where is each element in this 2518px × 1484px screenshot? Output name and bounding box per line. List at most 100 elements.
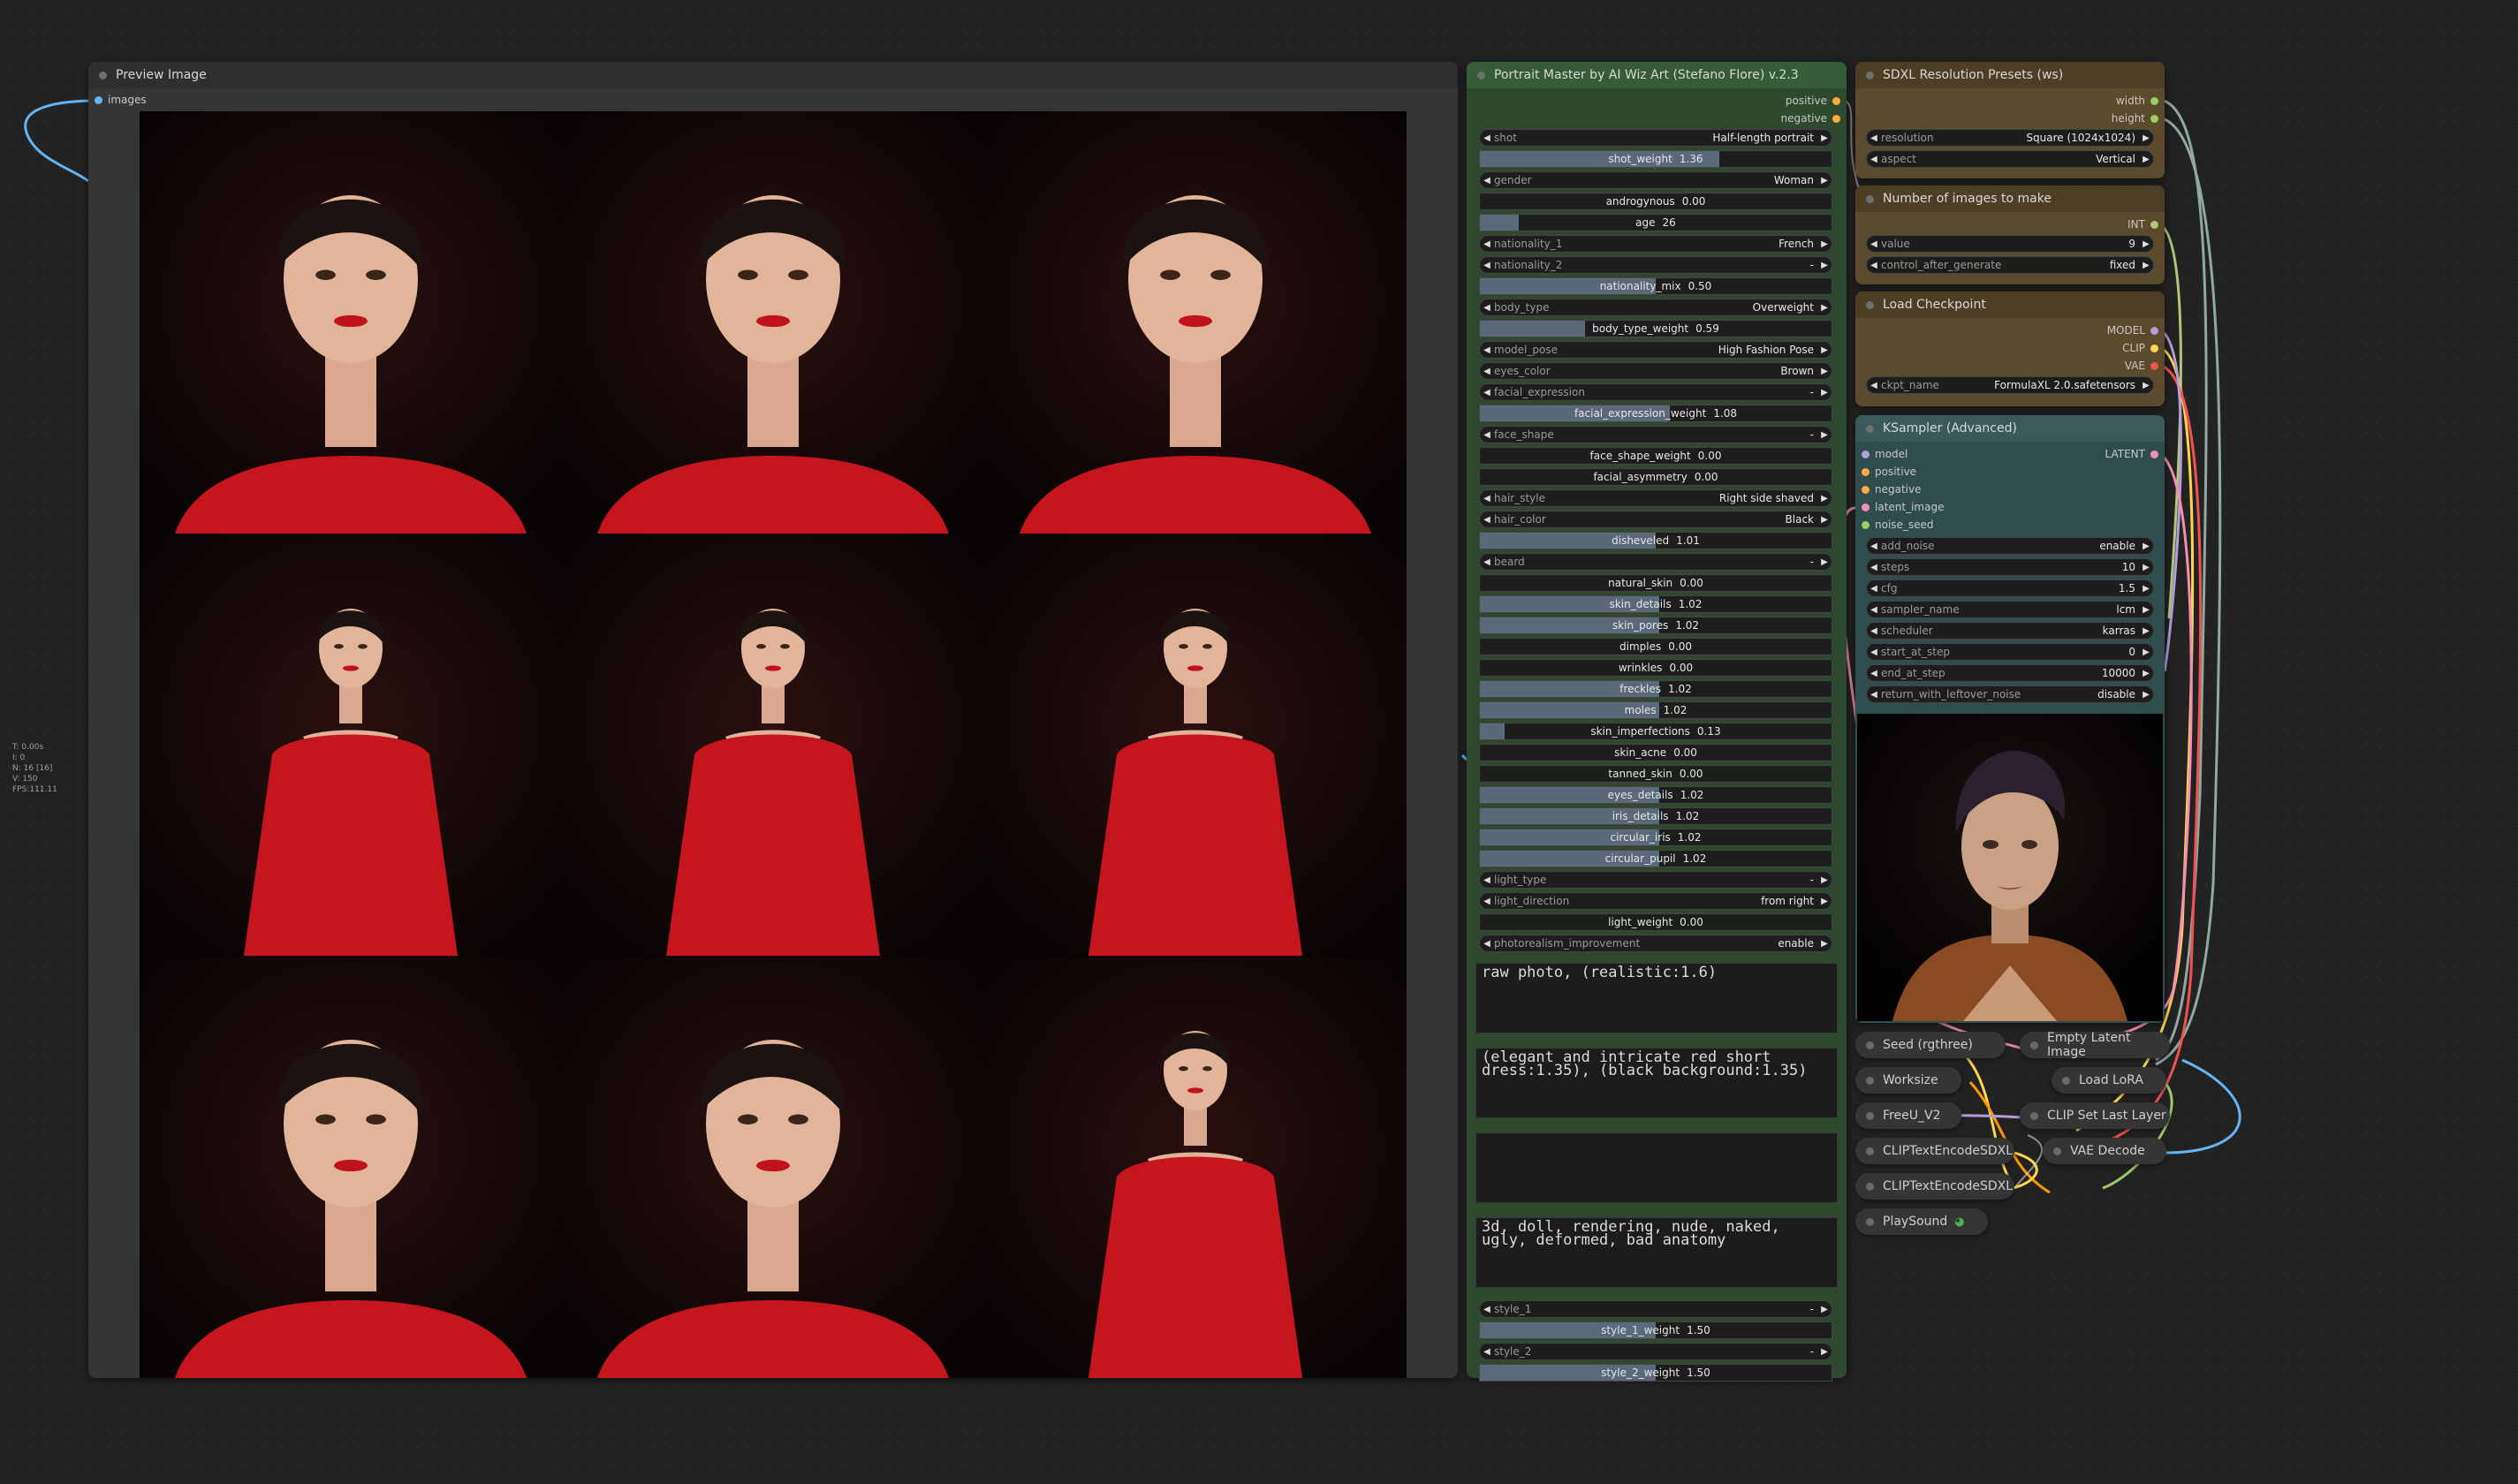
image-grid[interactable] xyxy=(140,111,1407,1378)
arrow-left-icon[interactable]: ◀ xyxy=(1867,239,1881,249)
arrow-left-icon[interactable]: ◀ xyxy=(1480,303,1494,313)
node-title[interactable]: Preview Image xyxy=(88,62,1458,88)
collapse-dot-icon[interactable] xyxy=(99,71,107,80)
node-clip-text-encode-sdxl-2[interactable]: CLIPTextEncodeSDXL xyxy=(1855,1173,2014,1200)
node-portrait-master[interactable]: Portrait Master by AI Wiz Art (Stefano F… xyxy=(1467,62,1847,1382)
preview-image-9[interactable] xyxy=(984,956,1407,1378)
node-sdxl-resolution[interactable]: SDXL Resolution Presets (ws) width heigh… xyxy=(1855,62,2165,178)
output-socket-height[interactable] xyxy=(2150,115,2158,123)
slider-iris-details[interactable]: iris_details 1.02 xyxy=(1479,807,1832,825)
output-socket-int[interactable] xyxy=(2150,221,2158,229)
collapse-dot-icon[interactable] xyxy=(1866,1217,1874,1226)
arrow-left-icon[interactable]: ◀ xyxy=(1867,647,1881,657)
arrow-right-icon[interactable]: ▶ xyxy=(2139,133,2153,143)
slider-facial-asymmetry[interactable]: facial_asymmetry 0.00 xyxy=(1479,468,1832,486)
slider-skin-imperfections[interactable]: skin_imperfections 0.13 xyxy=(1479,723,1832,740)
combo-style-2[interactable]: ◀ style_2 - ▶ xyxy=(1479,1343,1832,1360)
slider-nationality-mix[interactable]: nationality_mix 0.50 xyxy=(1479,277,1832,295)
arrow-right-icon[interactable]: ▶ xyxy=(2139,261,2153,270)
slider-natural-skin[interactable]: natural_skin 0.00 xyxy=(1479,574,1832,592)
combo-style-1[interactable]: ◀ style_1 - ▶ xyxy=(1479,1300,1832,1318)
slider-face-shape-weight[interactable]: face_shape_weight 0.00 xyxy=(1479,447,1832,465)
node-empty-latent-image[interactable]: Empty Latent Image xyxy=(2020,1031,2170,1059)
arrow-left-icon[interactable]: ◀ xyxy=(1867,155,1881,164)
node-vae-decode[interactable]: VAE Decode xyxy=(2043,1138,2166,1164)
arrow-left-icon[interactable]: ◀ xyxy=(1867,669,1881,678)
arrow-right-icon[interactable]: ▶ xyxy=(1817,875,1832,885)
slider-light-weight[interactable]: light_weight 0.00 xyxy=(1479,913,1832,931)
slider-tanned-skin[interactable]: tanned_skin 0.00 xyxy=(1479,765,1832,783)
arrow-left-icon[interactable]: ◀ xyxy=(1480,239,1494,249)
preview-image-1[interactable] xyxy=(140,111,562,534)
slider-skin-pores[interactable]: skin_pores 1.02 xyxy=(1479,617,1832,634)
prompt-positive-textarea[interactable]: raw photo, (realistic:1.6) xyxy=(1475,963,1838,1034)
collapse-dot-icon[interactable] xyxy=(1866,1182,1874,1191)
arrow-left-icon[interactable]: ◀ xyxy=(1480,430,1494,440)
arrow-left-icon[interactable]: ◀ xyxy=(1480,133,1494,143)
node-freeu-v2[interactable]: FreeU_V2 xyxy=(1855,1102,1961,1129)
arrow-left-icon[interactable]: ◀ xyxy=(1480,345,1494,355)
arrow-left-icon[interactable]: ◀ xyxy=(1867,381,1881,390)
slider-facial-expression-weight[interactable]: facial_expression_weight 1.08 xyxy=(1479,405,1832,422)
slider-style-1-weight[interactable]: style_1_weight 1.50 xyxy=(1479,1321,1832,1339)
arrow-right-icon[interactable]: ▶ xyxy=(1817,388,1832,398)
arrow-right-icon[interactable]: ▶ xyxy=(2139,647,2153,657)
arrow-right-icon[interactable]: ▶ xyxy=(2139,563,2153,572)
node-worksize[interactable]: Worksize xyxy=(1855,1067,1961,1094)
arrow-left-icon[interactable]: ◀ xyxy=(1480,515,1494,525)
preview-image-7[interactable] xyxy=(140,956,562,1378)
slider-wrinkles[interactable]: wrinkles 0.00 xyxy=(1479,659,1832,677)
preview-image-2[interactable] xyxy=(562,111,984,534)
preview-image-6[interactable] xyxy=(984,534,1407,956)
input-socket-model[interactable] xyxy=(1862,450,1870,458)
input-socket-images[interactable] xyxy=(95,96,102,104)
combo-aspect[interactable]: ◀ aspect Vertical ▶ xyxy=(1866,150,2154,168)
arrow-left-icon[interactable]: ◀ xyxy=(1867,563,1881,572)
node-title[interactable]: Number of images to make xyxy=(1855,186,2165,212)
arrow-right-icon[interactable]: ▶ xyxy=(1817,897,1832,906)
arrow-left-icon[interactable]: ◀ xyxy=(1480,494,1494,504)
combo-shot[interactable]: ◀ shot Half-length portrait ▶ xyxy=(1479,129,1832,147)
slider-skin-acne[interactable]: skin_acne 0.00 xyxy=(1479,744,1832,761)
combo-light-type[interactable]: ◀ light_type - ▶ xyxy=(1479,871,1832,889)
node-clip-text-encode-sdxl-1[interactable]: CLIPTextEncodeSDXL xyxy=(1855,1138,2014,1164)
input-socket-latent-image[interactable] xyxy=(1862,504,1870,511)
collapse-dot-icon[interactable] xyxy=(2030,1111,2038,1120)
arrow-right-icon[interactable]: ▶ xyxy=(1817,1305,1832,1314)
slider-age[interactable]: age 26 xyxy=(1479,214,1832,231)
arrow-left-icon[interactable]: ◀ xyxy=(1480,897,1494,906)
input-socket-noise-seed[interactable] xyxy=(1862,521,1870,529)
slider-androgynous[interactable]: androgynous 0.00 xyxy=(1479,193,1832,210)
combo-start-at-step[interactable]: ◀ start_at_step 0 ▶ xyxy=(1866,643,2154,661)
arrow-right-icon[interactable]: ▶ xyxy=(2139,541,2153,551)
arrow-right-icon[interactable]: ▶ xyxy=(1817,557,1832,567)
collapse-dot-icon[interactable] xyxy=(1866,1041,1874,1049)
node-ksampler-advanced[interactable]: KSampler (Advanced) LATENT model positive… xyxy=(1855,415,2165,1023)
combo-hair-style[interactable]: ◀ hair_style Right side shaved ▶ xyxy=(1479,489,1832,507)
preview-image-4[interactable] xyxy=(140,534,562,956)
arrow-right-icon[interactable]: ▶ xyxy=(2139,690,2153,700)
node-title[interactable]: Portrait Master by AI Wiz Art (Stefano F… xyxy=(1467,62,1847,88)
prompt-style-textarea[interactable]: (elegant and intricate red short dress:1… xyxy=(1475,1048,1838,1118)
output-socket-model[interactable] xyxy=(2150,327,2158,335)
output-socket-clip[interactable] xyxy=(2150,344,2158,352)
arrow-right-icon[interactable]: ▶ xyxy=(2139,669,2153,678)
arrow-left-icon[interactable]: ◀ xyxy=(1867,626,1881,636)
node-number-of-images[interactable]: Number of images to make INT ◀ value 9 ▶ ◀ co… xyxy=(1855,186,2165,284)
slider-disheveled[interactable]: disheveled 1.01 xyxy=(1479,532,1832,549)
preview-image-3[interactable] xyxy=(984,111,1407,534)
arrow-right-icon[interactable]: ▶ xyxy=(2139,381,2153,390)
arrow-left-icon[interactable]: ◀ xyxy=(1480,875,1494,885)
arrow-left-icon[interactable]: ◀ xyxy=(1867,690,1881,700)
arrow-left-icon[interactable]: ◀ xyxy=(1480,1347,1494,1357)
node-title[interactable]: Load Checkpoint xyxy=(1855,292,2165,318)
arrow-left-icon[interactable]: ◀ xyxy=(1480,557,1494,567)
output-socket-positive[interactable] xyxy=(1832,97,1840,105)
arrow-left-icon[interactable]: ◀ xyxy=(1480,939,1494,949)
arrow-right-icon[interactable]: ▶ xyxy=(1817,1347,1832,1357)
arrow-right-icon[interactable]: ▶ xyxy=(2139,155,2153,164)
preview-image-8[interactable] xyxy=(562,956,984,1378)
output-socket-vae[interactable] xyxy=(2150,362,2158,370)
combo-light-direction[interactable]: ◀ light_direction from right ▶ xyxy=(1479,892,1832,910)
arrow-right-icon[interactable]: ▶ xyxy=(1817,367,1832,376)
